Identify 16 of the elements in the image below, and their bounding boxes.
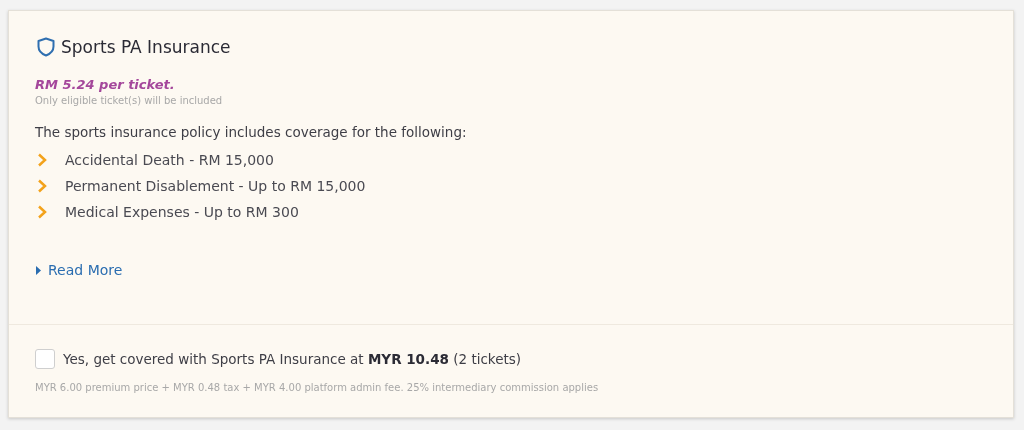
chevron-icon bbox=[37, 205, 47, 219]
coverage-item: Accidental Death - RM 15,000 bbox=[65, 152, 274, 168]
eligibility-note: Only eligible ticket(s) will be included bbox=[35, 95, 224, 106]
chevron-icon bbox=[37, 153, 47, 167]
read-more-link[interactable]: Read More bbox=[35, 262, 123, 278]
price-text: RM 5.24 per ticket. bbox=[35, 77, 176, 92]
coverage-item: Medical Expenses - Up to RM 300 bbox=[65, 204, 299, 220]
triangle-icon bbox=[35, 265, 43, 275]
checkbox[interactable] bbox=[35, 349, 55, 369]
coverage-item: Permanent Disablement - Up to RM 15,000 bbox=[65, 178, 366, 194]
fee-note: MYR 6.00 premium price + MYR 0.48 tax + MYR 4.00 platform admin fee. 25% intermediary commission applies bbox=[35, 382, 600, 393]
coverage-intro: The sports insurance policy includes coverage for the following: bbox=[35, 124, 468, 140]
card-title: Sports PA Insurance bbox=[61, 37, 231, 57]
chevron-icon bbox=[37, 179, 47, 193]
opt-in-label: Yes, get covered with Sports PA Insurance at MYR 10.48 (2 tickets) bbox=[63, 351, 522, 367]
shield-icon bbox=[37, 37, 55, 57]
